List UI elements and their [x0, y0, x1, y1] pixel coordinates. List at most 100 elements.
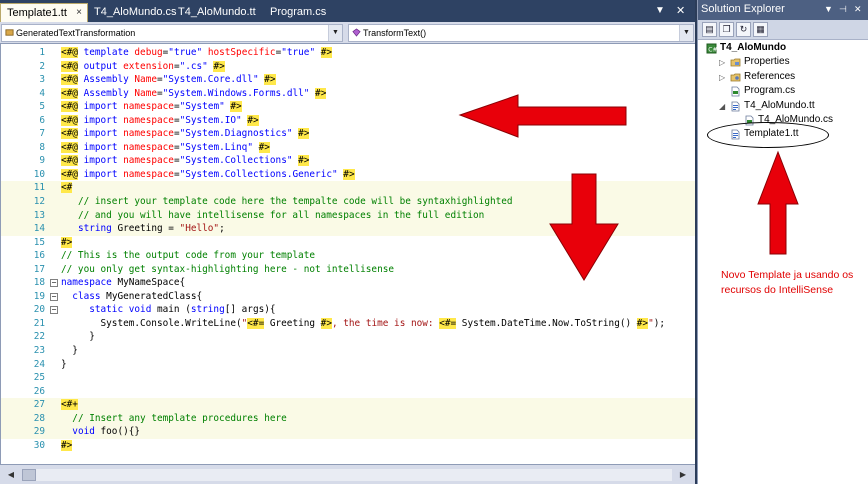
- tab-label: Program.cs: [270, 6, 327, 18]
- code-line[interactable]: 2 <#@ output extension=".cs" #>: [1, 60, 695, 74]
- code-text: <#+: [61, 398, 78, 412]
- code-token: Greeting: [264, 317, 321, 329]
- chevron-down-icon[interactable]: ▼: [328, 25, 342, 41]
- code-line[interactable]: 8 <#@ import namespace="System.Linq" #>: [1, 141, 695, 155]
- collapse-toggle-icon[interactable]: −: [50, 306, 58, 315]
- line-number: 30: [33, 439, 45, 451]
- line-number: 24: [33, 358, 45, 370]
- annotation-text: Novo Template ja usando os recursos do I…: [721, 269, 854, 296]
- code-token: #>: [61, 236, 73, 248]
- code-token: <#@: [61, 128, 78, 140]
- expand-toggle-icon[interactable]: ▷: [719, 56, 725, 70]
- code-token: <#=: [247, 317, 265, 329]
- code-text: <#@ template debug="true" hostSpecific="…: [61, 46, 333, 60]
- tree-item-t4-alomundo[interactable]: C# T4_AloMundo: [698, 41, 868, 55]
- tab-t4-alomundo-tt[interactable]: T4_AloMundo.tt: [172, 3, 262, 22]
- tree-item-properties[interactable]: ▷ Properties: [698, 55, 868, 69]
- member-combo[interactable]: TransformText() ▼: [348, 24, 694, 42]
- line-number: 6: [39, 114, 45, 126]
- code-token: Name: [134, 74, 157, 86]
- tree-item-program-cs[interactable]: Program.cs: [698, 84, 868, 98]
- code-line[interactable]: 19− class MyGeneratedClass{: [1, 290, 695, 304]
- code-line[interactable]: 1 <#@ template debug="true" hostSpecific=…: [1, 46, 695, 60]
- code-token: // you only get syntax-highlighting here…: [61, 263, 395, 275]
- code-token: #>: [247, 114, 259, 126]
- tab-list-dropdown-icon[interactable]: ▼: [655, 5, 665, 16]
- collapse-toggle-icon[interactable]: −: [50, 279, 58, 288]
- expand-toggle-icon[interactable]: ◢: [719, 100, 725, 114]
- code-line[interactable]: 29 void foo(){}: [1, 425, 695, 439]
- code-token: <#@: [61, 168, 78, 180]
- code-token: debug: [134, 47, 163, 58]
- tree-item-references[interactable]: ▷ References: [698, 70, 868, 84]
- tab-label: T4_AloMundo.tt: [178, 6, 256, 18]
- code-token: "System.IO": [179, 114, 242, 126]
- line-number: 27: [33, 399, 45, 411]
- code-line[interactable]: 24}: [1, 358, 695, 372]
- tab-template1-tt[interactable]: Template1.tt ×: [0, 3, 88, 22]
- code-line[interactable]: 22 }: [1, 330, 695, 344]
- code-line[interactable]: 21 System.Console.WriteLine("<#= Greetin…: [1, 317, 695, 331]
- tree-item-label: Properties: [744, 56, 790, 68]
- class-combo[interactable]: GeneratedTextTransformation ▼: [1, 24, 343, 42]
- code-token: output: [83, 60, 118, 72]
- code-line[interactable]: 3 <#@ Assembly Name="System.Core.dll" #>: [1, 73, 695, 87]
- code-token: Assembly: [83, 87, 129, 99]
- code-token: class: [72, 290, 101, 302]
- close-document-icon[interactable]: ✕: [676, 4, 685, 17]
- scroll-track[interactable]: [22, 469, 672, 481]
- tree-item-t4-alomundo-tt[interactable]: ◢ T4_AloMundo.tt: [698, 99, 868, 113]
- scroll-left-icon[interactable]: ◀: [4, 468, 18, 482]
- pin-icon[interactable]: ⊣: [839, 4, 847, 15]
- tab-program-cs[interactable]: Program.cs: [264, 3, 332, 22]
- horizontal-scrollbar[interactable]: ◀ ▶: [0, 464, 695, 484]
- navigation-bar: GeneratedTextTransformation ▼ TransformT…: [0, 22, 695, 44]
- solution-explorer-toolbar: ▤ ❐ ↻ ▦: [698, 20, 868, 40]
- tab-t4-alomundo-cs[interactable]: T4_AloMundo.cs: [88, 3, 183, 22]
- window-position-dropdown-icon[interactable]: ▼: [824, 4, 833, 14]
- code-text: void foo(){}: [61, 425, 140, 439]
- code-token: <#+: [61, 399, 78, 411]
- scroll-right-icon[interactable]: ▶: [676, 468, 690, 482]
- line-number: 19: [33, 290, 45, 302]
- code-line[interactable]: 9 <#@ import namespace="System.Collection…: [1, 154, 695, 168]
- svg-text:C#: C#: [708, 46, 717, 53]
- expand-toggle-icon[interactable]: ▷: [719, 71, 725, 85]
- code-text: }: [61, 358, 67, 372]
- code-token: void: [72, 426, 95, 438]
- chevron-down-icon[interactable]: ▼: [679, 25, 693, 41]
- arrow-up-icon: [757, 150, 799, 255]
- code-text: System.Console.WriteLine("<#= Greeting #…: [61, 317, 665, 331]
- code-token: main (: [151, 304, 191, 316]
- code-token: "System.Diagnostics": [179, 128, 293, 140]
- code-text: <#@ import namespace="System.Collections…: [61, 154, 310, 168]
- close-icon[interactable]: ✕: [854, 4, 862, 15]
- scroll-thumb[interactable]: [22, 469, 36, 481]
- line-number: 28: [33, 412, 45, 424]
- code-line[interactable]: 23 }: [1, 344, 695, 358]
- code-text: <#@ output extension=".cs" #>: [61, 60, 225, 74]
- code-line[interactable]: 27 <#+: [1, 398, 695, 412]
- collapse-toggle-icon[interactable]: −: [50, 292, 58, 301]
- line-number: 8: [39, 141, 45, 153]
- refresh-icon[interactable]: ↻: [736, 22, 751, 37]
- show-all-files-icon[interactable]: ❐: [719, 22, 734, 37]
- code-line[interactable]: 30 #>: [1, 439, 695, 453]
- code-line[interactable]: 25: [1, 371, 695, 385]
- line-number: 14: [33, 223, 45, 235]
- ide-window: Template1.tt × T4_AloMundo.cs T4_AloMund…: [0, 0, 868, 484]
- code-text: <#@ import namespace="System.Linq" #>: [61, 141, 270, 155]
- code-line[interactable]: 28 // Insert any template procedures her…: [1, 411, 695, 426]
- code-line[interactable]: 20− static void main (string[] args){: [1, 303, 695, 317]
- properties-icon[interactable]: ▤: [702, 22, 717, 37]
- code-line[interactable]: 26: [1, 385, 695, 399]
- tab-close-icon[interactable]: ×: [76, 7, 82, 18]
- view-code-icon[interactable]: ▦: [753, 22, 768, 37]
- code-token: "System.Linq": [179, 141, 253, 153]
- line-number: 11: [33, 182, 45, 194]
- code-token: }: [61, 345, 78, 357]
- code-token: , the time is now:: [331, 317, 440, 329]
- tab-label: Template1.tt: [7, 7, 67, 19]
